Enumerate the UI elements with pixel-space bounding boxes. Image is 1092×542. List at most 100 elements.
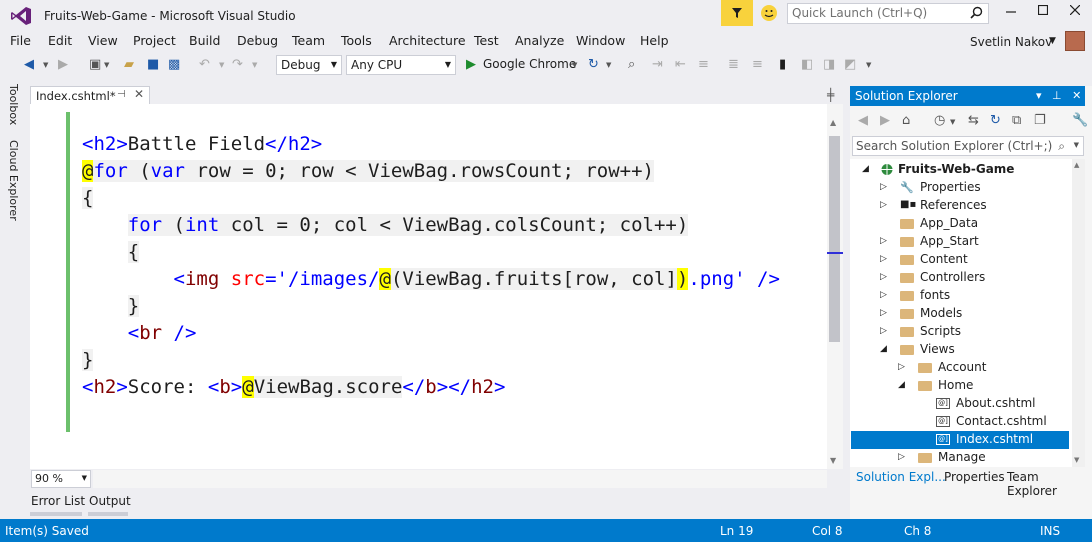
pending-changes-filter-icon[interactable]: ◷ [934,113,945,128]
code-line[interactable]: <h2>Score: <b>@ViewBag.score</b></h2> [82,376,505,398]
minimize-button[interactable] [995,4,1027,24]
collapse-arrow-icon[interactable]: ▷ [880,290,887,300]
tree-item-views[interactable]: ◢ Views [850,341,1069,359]
scroll-up-icon[interactable]: ▲ [1074,161,1079,169]
next-bookmark-icon[interactable]: ◨ [823,57,835,72]
collapse-all-icon[interactable]: ⧉ [1012,113,1021,128]
navigate-forward-icon[interactable]: ▶ [58,57,68,72]
start-debugging-icon[interactable]: ▶ [466,57,476,72]
uncomment-icon[interactable]: ≡ [752,57,763,72]
expand-arrow-icon[interactable]: ◢ [898,380,905,390]
tree-item-manage[interactable]: ▷ Manage [850,449,1069,467]
tab-index-cshtml[interactable]: Index.cshtml* [30,86,150,105]
tree-item-home[interactable]: ◢ Home [850,377,1069,395]
save-icon[interactable]: ■ [147,57,159,72]
quick-launch-input[interactable]: Quick Launch (Ctrl+Q) [787,3,989,24]
notifications-filter-button[interactable] [721,0,753,26]
collapse-arrow-icon[interactable]: ▷ [898,452,905,462]
menu-project[interactable]: Project [133,33,176,48]
collapse-arrow-icon[interactable]: ▷ [880,236,887,246]
collapse-arrow-icon[interactable]: ▷ [880,326,887,336]
pin-icon[interactable]: ⊣ [117,89,126,100]
chevron-down-icon[interactable]: ▼ [866,61,871,69]
clear-bookmarks-icon[interactable]: ◩ [844,57,856,72]
split-editor-icon[interactable]: ╪ [827,88,834,102]
outdent-icon[interactable]: ≡ [698,57,709,72]
scroll-down-icon[interactable]: ▼ [830,456,836,465]
menu-team[interactable]: Team [292,33,325,48]
menu-window[interactable]: Window [576,33,625,48]
tab-error-list[interactable]: Error List [31,494,85,508]
expand-arrow-icon[interactable]: ◢ [862,164,869,174]
tab-team-explorer[interactable]: Team Explorer [1007,470,1092,498]
tree-item-fonts[interactable]: ▷ fonts [850,287,1069,305]
user-name[interactable]: Svetlin Nakov [970,35,1052,49]
save-all-icon[interactable]: ▩ [168,57,180,72]
chevron-down-icon[interactable]: ▾ [1036,89,1042,102]
menu-view[interactable]: View [88,33,118,48]
tree-item-content[interactable]: ▷ Content [850,251,1069,269]
refresh-icon[interactable]: ↻ [588,57,599,72]
previous-bookmark-icon[interactable]: ◧ [801,57,813,72]
menu-tools[interactable]: Tools [341,33,372,48]
open-file-icon[interactable]: ▰ [124,57,134,72]
menu-build[interactable]: Build [189,33,220,48]
chevron-down-icon[interactable]: ▼ [572,61,577,69]
tree-item-project[interactable]: ◢ Fruits-Web-Game [850,161,1069,179]
scroll-up-icon[interactable]: ▲ [830,118,836,127]
chevron-down-icon[interactable]: ▼ [950,118,955,126]
code-line[interactable]: } [82,295,140,317]
refresh-icon[interactable]: ↻ [990,113,1001,128]
code-line[interactable]: <img src='/images/@(ViewBag.fruits[row, … [82,268,780,290]
new-project-icon[interactable]: ▣ [89,57,101,72]
code-line[interactable]: for (int col = 0; col < ViewBag.colsCoun… [82,214,689,236]
indent-icon[interactable]: ⇤ [675,57,686,72]
chevron-down-icon[interactable]: ▼ [219,61,224,69]
sync-icon[interactable]: ⇆ [968,113,979,128]
menu-help[interactable]: Help [640,33,669,48]
chevron-down-icon[interactable]: ▼ [252,61,257,69]
menu-analyze[interactable]: Analyze [515,33,564,48]
menu-edit[interactable]: Edit [48,33,72,48]
tree-item-account[interactable]: ▷ Account [850,359,1069,377]
toolbox-tab[interactable]: Toolbox [7,84,20,125]
tab-properties[interactable]: Properties [944,470,1005,484]
chevron-down-icon[interactable]: ▼ [104,61,109,69]
solution-platform-select[interactable]: Any CPU ▼ [346,55,456,75]
chevron-down-icon[interactable]: ▼ [43,61,48,69]
code-line[interactable]: <h2>Battle Field</h2> [82,133,322,155]
scroll-down-icon[interactable]: ▼ [1074,456,1079,464]
close-button[interactable] [1059,4,1091,24]
tree-item-app-start[interactable]: ▷ App_Start [850,233,1069,251]
tree-item-index-cshtml[interactable]: @] Index.cshtml [851,431,1069,449]
collapse-arrow-icon[interactable]: ▷ [880,182,887,192]
forward-icon[interactable]: ▶ [880,113,890,128]
feedback-smiley-icon[interactable] [760,4,778,22]
tab-solution-explorer[interactable]: Solution Expl... [856,470,946,484]
code-line[interactable]: { [82,187,94,209]
show-all-files-icon[interactable]: ❐ [1034,113,1046,128]
collapse-arrow-icon[interactable]: ▷ [880,254,887,264]
avatar[interactable] [1065,31,1085,51]
run-target-button[interactable]: Google Chrome [483,57,576,71]
horizontal-scrollbar[interactable] [93,470,827,488]
tree-item-contact-cshtml[interactable]: @] Contact.cshtml [850,413,1069,431]
collapse-arrow-icon[interactable]: ▷ [880,200,887,210]
tree-item-models[interactable]: ▷ Models [850,305,1069,323]
step-into-icon[interactable]: ⇥ [652,57,663,72]
tree-item-about-cshtml[interactable]: @] About.cshtml [850,395,1069,413]
close-icon[interactable]: ✕ [1072,89,1081,102]
cloud-explorer-tab[interactable]: Cloud Explorer [7,140,20,221]
collapse-arrow-icon[interactable]: ▷ [880,272,887,282]
menu-architecture[interactable]: Architecture [389,33,466,48]
tab-output[interactable]: Output [89,494,131,508]
redo-icon[interactable]: ↷ [232,57,243,72]
tree-item-properties[interactable]: ▷ 🔧 Properties [850,179,1069,197]
tree-item-scripts[interactable]: ▷ Scripts [850,323,1069,341]
scrollbar-thumb[interactable] [829,136,840,342]
panel-window-buttons[interactable]: ▾ ⊥ ✕ [1036,89,1081,102]
chevron-down-icon[interactable]: ▼ [606,61,611,69]
menu-file[interactable]: File [10,33,31,48]
zoom-select[interactable]: 90 % ▼ [31,470,91,488]
code-line[interactable]: } [82,349,94,371]
